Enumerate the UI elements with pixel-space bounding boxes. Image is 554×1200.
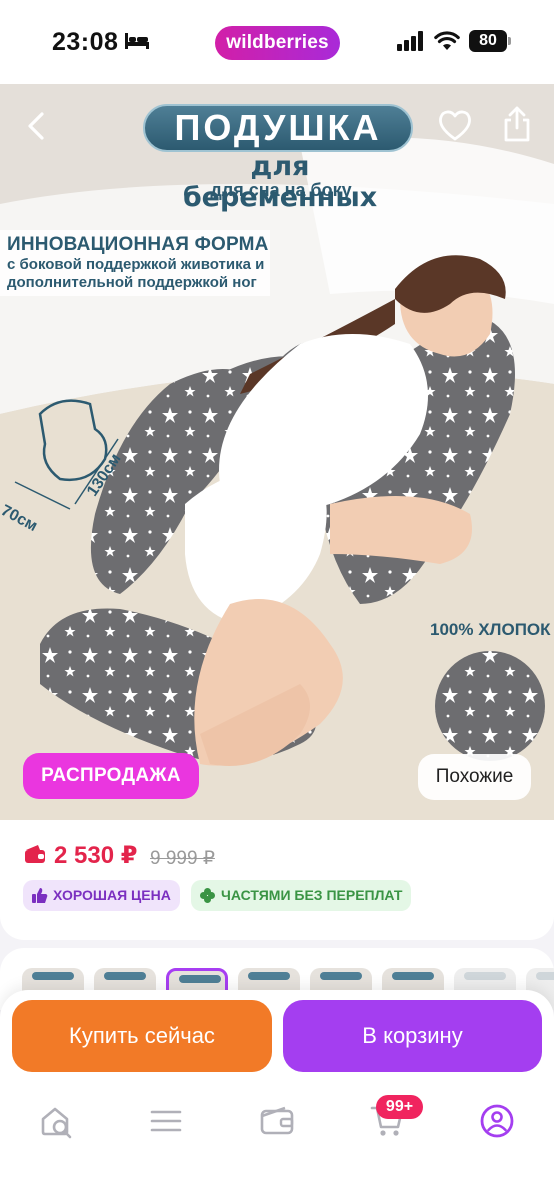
cart-count-badge: 99+	[376, 1095, 423, 1119]
buy-now-button[interactable]: Купить сейчас	[12, 1000, 272, 1072]
brand-pill: wildberries	[215, 26, 340, 60]
wifi-icon	[434, 31, 460, 50]
promo-heading: ИННОВАЦИОННАЯ ФОРМА	[7, 234, 269, 255]
thumbs-up-icon	[32, 888, 48, 903]
old-price: 9 999 ₽	[150, 848, 215, 869]
sale-badge[interactable]: РАСПРОДАЖА	[23, 753, 199, 799]
catalog-menu-icon[interactable]	[148, 1103, 184, 1139]
installment-badge[interactable]: ЧАСТЯМИ БЕЗ ПЕРЕПЛАТ	[191, 880, 412, 911]
promo-text-box: ИННОВАЦИОННАЯ ФОРМА с боковой поддержкой…	[0, 230, 270, 296]
home-search-icon[interactable]	[38, 1103, 74, 1139]
installment-badge-label: ЧАСТЯМИ БЕЗ ПЕРЕПЛАТ	[221, 887, 403, 903]
material-label: 100% ХЛОПОК	[430, 620, 551, 639]
bottom-action-panel: Купить сейчас В корзину 99+	[0, 990, 554, 1200]
share-icon[interactable]	[500, 104, 534, 144]
favorite-heart-icon[interactable]	[436, 106, 474, 144]
wallet-price-icon	[25, 845, 45, 863]
product-hero-image[interactable]: ПОДУШКА для беременных для сна на боку И…	[0, 84, 554, 820]
similar-products-button[interactable]: Похожие	[418, 754, 531, 800]
status-time: 23:08	[52, 28, 119, 56]
good-price-badge[interactable]: ХОРОШАЯ ЦЕНА	[23, 880, 180, 911]
price-card: 2 530 ₽ 9 999 ₽ ХОРОШАЯ ЦЕНА ЧАСТЯМИ БЕЗ…	[0, 820, 554, 940]
bottom-navigation: 99+	[0, 1095, 554, 1155]
profile-icon[interactable]	[479, 1103, 515, 1139]
current-price: 2 530 ₽	[54, 842, 138, 869]
status-bar: 23:08 wildberries 80	[0, 0, 554, 84]
promo-line: с боковой поддержкой животика и	[7, 256, 265, 273]
product-headline: ПОДУШКА	[143, 104, 413, 152]
promo-line: дополнительной поддержкой ног	[7, 274, 257, 291]
back-chevron-icon[interactable]	[20, 108, 52, 144]
cellular-signal-icon	[397, 31, 423, 51]
good-price-badge-label: ХОРОШАЯ ЦЕНА	[53, 887, 171, 903]
clover-icon	[200, 888, 215, 903]
product-subheadline-small: для сна на боку	[210, 180, 352, 200]
sleep-mode-icon	[125, 33, 149, 49]
battery-indicator: 80	[469, 30, 511, 52]
wallet-icon[interactable]	[259, 1103, 295, 1139]
add-to-cart-button[interactable]: В корзину	[283, 1000, 542, 1072]
